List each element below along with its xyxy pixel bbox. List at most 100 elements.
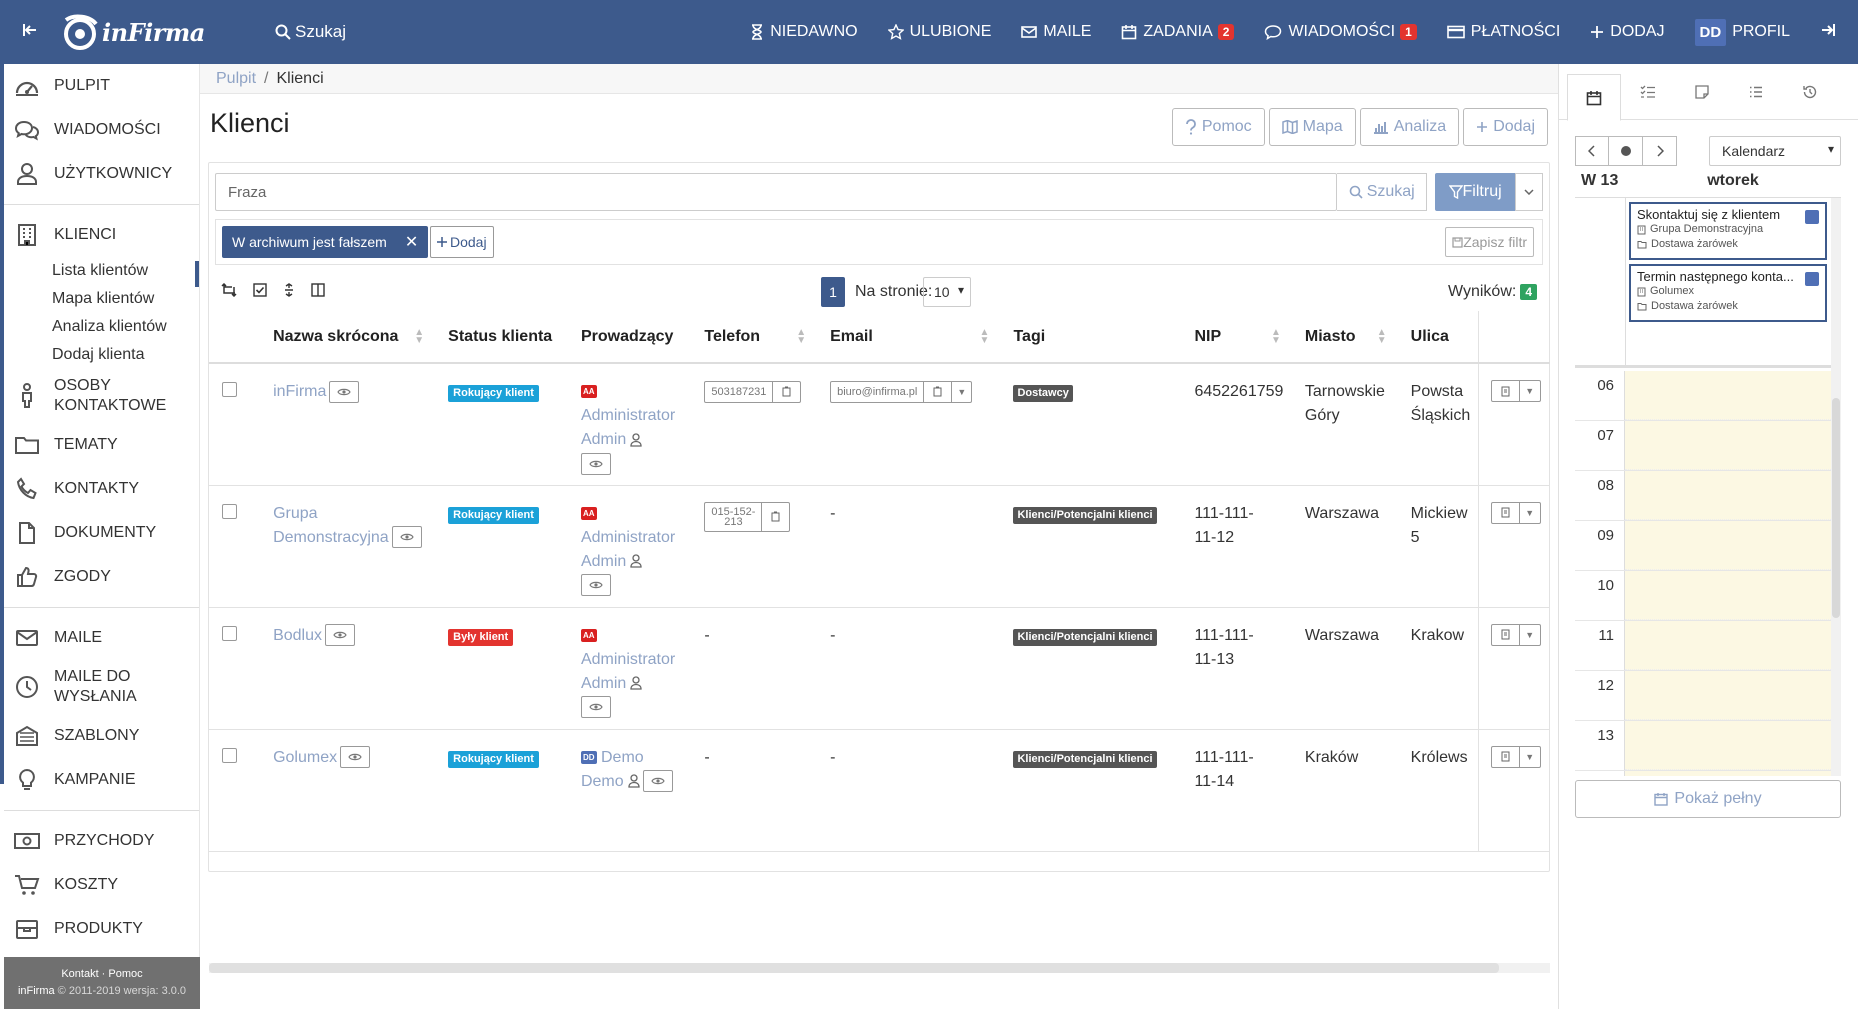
calendar-scrollbar[interactable] <box>1831 198 1841 776</box>
phone-copy-box[interactable]: 015-152- 213 <box>704 501 791 532</box>
time-slot[interactable] <box>1625 471 1831 520</box>
row-checkbox[interactable] <box>222 503 237 519</box>
tab-history[interactable] <box>1783 64 1837 120</box>
row-actions-button[interactable]: ▼ <box>1490 380 1541 402</box>
sidebar-item-produkty[interactable]: PRODUKTY <box>0 907 199 951</box>
sidebar-item-kontakty[interactable]: KONTAKTY <box>0 467 199 511</box>
sidebar-subitem-analiza-klientow[interactable]: Analiza klientów <box>0 313 199 341</box>
col-phone[interactable]: Telefon ▲ ▼ <box>694 311 821 364</box>
sidebar-item-uzytkownicy[interactable]: UŻYTKOWNICY <box>0 152 199 196</box>
owner-name[interactable]: Administrator <box>581 651 675 668</box>
client-name-link[interactable]: inFirma <box>273 383 326 400</box>
sidebar-item-tematy[interactable]: TEMATY <box>0 423 199 467</box>
sidebar-item-kampanie[interactable]: KAMPANIE <box>0 758 199 802</box>
sidebar-subitem-dodaj-klienta[interactable]: Dodaj klienta <box>0 341 199 369</box>
help-button[interactable]: Pomoc <box>1171 108 1265 146</box>
document-icon[interactable] <box>1492 746 1520 767</box>
analysis-button[interactable]: Analiza <box>1359 108 1460 146</box>
copy-icon[interactable] <box>923 381 951 402</box>
table-row[interactable]: Golumex Rokujący klient DD Demo Demo - - … <box>209 729 1550 852</box>
save-filter-button[interactable]: Zapisz filtr <box>1445 227 1534 257</box>
today-button[interactable] <box>1609 136 1643 166</box>
add-filter-button[interactable]: Dodaj <box>430 226 494 258</box>
global-search[interactable]: Szukaj <box>275 22 346 42</box>
owner-name[interactable]: Administrator <box>581 407 675 424</box>
nav-favorites[interactable]: ULUBIONE <box>887 23 991 41</box>
row-checkbox[interactable] <box>222 747 237 763</box>
infirma-logo[interactable]: inFirma <box>60 0 215 64</box>
chevron-down-icon[interactable]: ▼ <box>1520 747 1540 767</box>
tab-calendar[interactable] <box>1567 74 1621 121</box>
preview-eye-icon[interactable] <box>391 526 422 549</box>
copy-icon[interactable] <box>772 381 800 402</box>
chevron-down-icon[interactable]: ▼ <box>1520 625 1540 645</box>
preview-eye-icon[interactable] <box>580 574 611 597</box>
next-period-button[interactable] <box>1643 136 1677 166</box>
close-icon[interactable]: ✕ <box>405 232 418 252</box>
preview-eye-icon[interactable] <box>642 770 673 793</box>
nav-add[interactable]: DODAJ <box>1590 23 1665 41</box>
preview-eye-icon[interactable] <box>324 624 355 647</box>
nav-recent[interactable]: NIEDAWNO <box>750 23 858 41</box>
col-nip[interactable]: NIP ▲ ▼ <box>1184 311 1295 364</box>
sidebar-item-wiadomosci[interactable]: WIADOMOŚCI <box>0 108 199 152</box>
client-name-link[interactable]: Golumex <box>273 749 337 766</box>
add-client-button[interactable]: Dodaj <box>1463 108 1548 146</box>
owner-name-2[interactable]: Demo <box>581 773 624 790</box>
owner-name-2[interactable]: Admin <box>581 553 626 570</box>
sidebar-subitem-mapa-klientow[interactable]: Mapa klientów <box>0 285 199 313</box>
document-icon[interactable] <box>1492 624 1520 645</box>
sidebar-item-dokumenty[interactable]: DOKUMENTY <box>0 511 199 555</box>
tab-list[interactable] <box>1729 64 1783 120</box>
row-actions-button[interactable]: ▼ <box>1490 501 1541 524</box>
col-city[interactable]: Miasto ▲ ▼ <box>1294 311 1401 364</box>
nav-tasks[interactable]: ZADANIA 2 <box>1121 23 1235 41</box>
row-actions-button[interactable]: ▼ <box>1490 745 1541 768</box>
tab-tasks[interactable] <box>1621 64 1675 120</box>
col-name[interactable]: Nazwa skrócona ▲ ▼ <box>263 311 439 364</box>
nav-mails[interactable]: MAILE <box>1021 23 1091 41</box>
calendar-event[interactable]: Skontaktuj się z klientem Grupa Demonstr… <box>1629 202 1827 260</box>
table-row[interactable]: inFirma Rokujący klient AA Administrator A… <box>209 363 1550 486</box>
footer-links[interactable]: Kontakt · Pomoc <box>4 966 200 983</box>
filter-dropdown-toggle[interactable] <box>1515 173 1543 211</box>
swap-columns-icon[interactable] <box>221 282 237 301</box>
email-copy-box[interactable]: biuro@infirma.pl ▼ <box>830 380 973 403</box>
time-slot[interactable] <box>1625 671 1831 720</box>
row-height-icon[interactable] <box>283 283 295 301</box>
nav-payments[interactable]: PŁATNOŚCI <box>1446 23 1560 41</box>
show-full-calendar-button[interactable]: Pokaż pełny <box>1575 780 1841 818</box>
chevron-down-icon[interactable]: ▼ <box>951 381 971 402</box>
columns-icon[interactable] <box>311 283 325 301</box>
sidebar-item-szablony[interactable]: SZABLONY <box>0 714 199 758</box>
preview-eye-icon[interactable] <box>329 380 360 403</box>
calendar-event[interactable]: Termin następnego konta... Golumex Dosta… <box>1629 264 1827 322</box>
preview-eye-icon[interactable] <box>580 452 611 475</box>
horizontal-scrollbar[interactable] <box>209 963 1499 973</box>
sidebar-item-klienci[interactable]: KLIENCI <box>0 213 199 257</box>
page-1-button[interactable]: 1 <box>821 277 845 307</box>
sidebar-item-przychody[interactable]: PRZYCHODY <box>0 819 199 863</box>
col-email[interactable]: Email ▲ ▼ <box>820 311 1004 364</box>
sidebar-item-maile-do-wyslania[interactable]: MAILE DO WYSŁANIA <box>0 660 199 714</box>
chevron-down-icon[interactable]: ▼ <box>1520 381 1540 401</box>
time-slot[interactable] <box>1625 571 1831 620</box>
time-slot[interactable] <box>1625 371 1831 420</box>
row-actions-button[interactable]: ▼ <box>1490 623 1541 646</box>
owner-name-2[interactable]: Admin <box>581 675 626 692</box>
client-name-link[interactable]: Grupa <box>273 505 317 522</box>
prev-period-button[interactable] <box>1575 136 1609 166</box>
time-slot[interactable] <box>1625 421 1831 470</box>
sidebar-item-zgody[interactable]: ZGODY <box>0 555 199 599</box>
sidebar-subitem-lista-klientow[interactable]: Lista klientów <box>0 257 199 287</box>
select-all-icon[interactable] <box>253 283 267 301</box>
owner-name[interactable]: Demo <box>601 749 644 766</box>
time-slot[interactable] <box>1625 521 1831 570</box>
preview-eye-icon[interactable] <box>580 696 611 719</box>
client-name-link-2[interactable]: Demonstracyjna <box>273 529 389 546</box>
sidebar-item-osoby-kontaktowe[interactable]: OSOBY KONTAKTOWE <box>0 369 199 423</box>
time-slot[interactable] <box>1625 721 1831 770</box>
chevron-down-icon[interactable]: ▼ <box>1520 503 1540 523</box>
table-row[interactable]: Grupa Demonstracyjna Rokujący klient AA Ad… <box>209 485 1550 608</box>
filter-chip[interactable]: W archiwum jest fałszem ✕ <box>222 226 429 258</box>
